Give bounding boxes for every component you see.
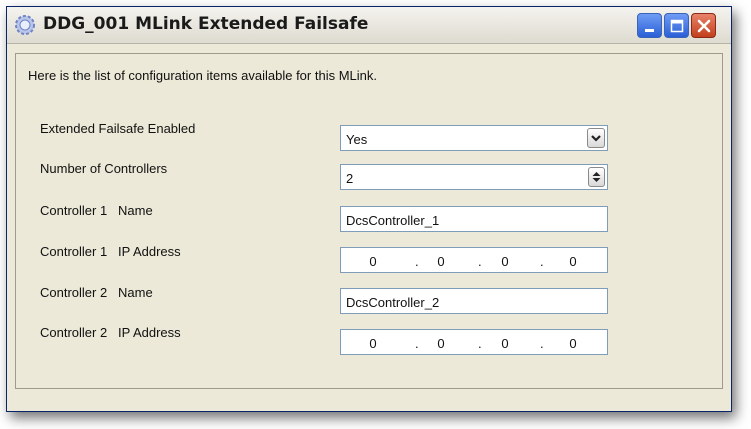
ip-octet[interactable]: 0 — [431, 254, 451, 269]
failsafe-enabled-value: Yes — [346, 132, 368, 147]
ip-dot: . — [478, 336, 482, 351]
ip-dot: . — [478, 254, 482, 269]
spinner-arrows-icon[interactable] — [588, 167, 605, 187]
gear-icon — [15, 15, 35, 35]
ctrl1-name-label: Controller 1 Name — [40, 203, 153, 218]
failsafe-enabled-label: Extended Failsafe Enabled — [40, 121, 196, 136]
chevron-down-icon — [591, 135, 601, 142]
ctrl1-name-input[interactable]: DcsController_1 — [340, 206, 608, 232]
dropdown-button[interactable] — [587, 128, 605, 148]
close-icon — [697, 19, 711, 33]
ctrl1-name-value: DcsController_1 — [346, 213, 440, 228]
ip-octet[interactable]: 0 — [431, 336, 451, 351]
num-controllers-label: Number of Controllers — [40, 161, 168, 176]
ctrl2-name-label: Controller 2 Name — [40, 285, 153, 300]
ip-dot: . — [540, 254, 544, 269]
failsafe-enabled-select[interactable]: Yes — [340, 125, 608, 151]
close-button[interactable] — [691, 13, 716, 38]
ip-octet[interactable]: 0 — [495, 254, 515, 269]
maximize-icon — [670, 19, 684, 33]
ip-octet[interactable]: 0 — [363, 254, 383, 269]
minimize-button[interactable] — [637, 13, 662, 38]
num-controllers-stepper[interactable]: 2 — [340, 164, 608, 190]
ctrl2-ip-input[interactable]: 0 . 0 . 0 . 0 — [340, 329, 608, 355]
ip-octet[interactable]: 0 — [495, 336, 515, 351]
ip-dot: . — [540, 336, 544, 351]
intro-text: Here is the list of configuration items … — [28, 68, 377, 83]
maximize-button[interactable] — [664, 13, 689, 38]
minimize-icon — [645, 29, 654, 32]
ctrl2-ip-label: Controller 2 IP Address — [40, 325, 181, 340]
ctrl1-ip-input[interactable]: 0 . 0 . 0 . 0 — [340, 247, 608, 273]
window-title: DDG_001 MLink Extended Failsafe — [43, 14, 369, 34]
ip-octet[interactable]: 0 — [363, 336, 383, 351]
num-controllers-value: 2 — [346, 171, 354, 186]
ip-dot: . — [415, 254, 419, 269]
ip-dot: . — [415, 336, 419, 351]
ip-octet[interactable]: 0 — [563, 254, 583, 269]
title-bar[interactable]: DDG_001 MLink Extended Failsafe — [7, 7, 731, 44]
ctrl1-ip-label: Controller 1 IP Address — [40, 244, 181, 259]
ip-octet[interactable]: 0 — [563, 336, 583, 351]
ctrl2-name-input[interactable]: DcsController_2 — [340, 288, 608, 314]
ctrl2-name-value: DcsController_2 — [346, 295, 440, 310]
